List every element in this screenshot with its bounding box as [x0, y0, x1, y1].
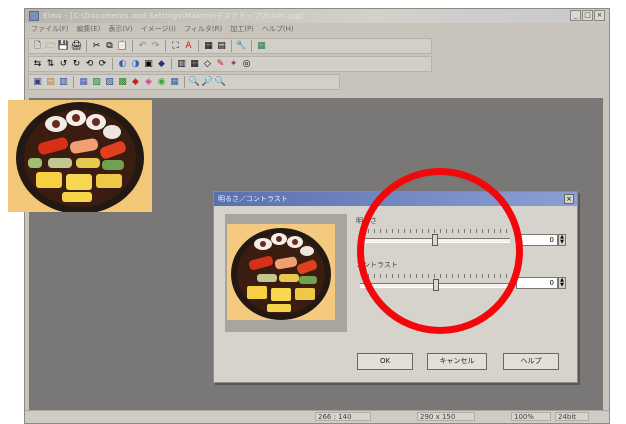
menu-view[interactable]: 表示(V) — [108, 24, 132, 36]
title-bar[interactable]: Elms - [C:\Documents and Settings\Makoto… — [25, 9, 609, 23]
preview-image — [227, 224, 335, 320]
paste-icon[interactable]: 📋 — [117, 41, 128, 52]
effect-5-icon[interactable]: ▧ — [91, 77, 102, 88]
menu-filter[interactable]: フィルタ(R) — [184, 24, 222, 36]
window-title: Elms - [C:\Documents and Settings\Makoto… — [43, 12, 304, 20]
effect-2-icon[interactable]: ▤ — [45, 77, 56, 88]
contrast-value-input[interactable]: 0 — [516, 277, 558, 289]
rotate-ccw-icon[interactable]: ⟲ — [84, 59, 95, 70]
sparkle-icon[interactable]: ✦ — [228, 59, 239, 70]
menu-bar: ファイル(F) 編集(E) 表示(V) イメージ(I) フィルタ(R) 加工(P… — [27, 24, 294, 36]
maximize-button[interactable]: □ — [582, 10, 593, 21]
text-icon[interactable]: A — [183, 41, 194, 52]
rotate-right-icon[interactable]: ↻ — [71, 59, 82, 70]
zoom-in-icon[interactable]: 🔎 — [202, 77, 213, 88]
save-icon[interactable]: 💾 — [58, 41, 69, 52]
toolbar-transform: ⇆ ⇅ ↺ ↻ ⟲ ⟳ ◐ ◑ ▣ ◆ ▥ ▦ ◇ ✎ ✦ ◎ — [28, 56, 432, 72]
menu-help[interactable]: ヘルプ(H) — [262, 24, 294, 36]
status-color-depth: 24bit — [555, 412, 589, 421]
menu-file[interactable]: ファイル(F) — [31, 24, 69, 36]
dialog-title: 明るさ／コントラスト — [218, 195, 288, 203]
flip-vertical-icon[interactable]: ⇅ — [45, 59, 56, 70]
flip-horizontal-icon[interactable]: ⇆ — [32, 59, 43, 70]
dialog-close-button[interactable]: × — [564, 194, 574, 204]
sushi-image[interactable] — [8, 100, 152, 212]
crop-icon[interactable]: ▣ — [143, 59, 154, 70]
ok-button[interactable]: OK — [357, 353, 413, 370]
toolbar-effects: ▣ ▤ ▥ ▦ ▧ ▨ ▩ ◆ ◈ ◉ ▦ 🔍 🔎 🔍 — [28, 74, 340, 90]
undo-icon[interactable]: ↶ — [137, 41, 148, 52]
brightness-spinner[interactable]: ▲ ▼ — [558, 234, 566, 246]
effect-8-icon[interactable]: ◆ — [130, 77, 141, 88]
pencil-icon[interactable]: ✎ — [215, 59, 226, 70]
app-icon[interactable] — [29, 11, 39, 21]
rotate-cw-icon[interactable]: ⟳ — [97, 59, 108, 70]
minimize-button[interactable]: _ — [570, 10, 581, 21]
target-icon[interactable]: ◎ — [241, 59, 252, 70]
toolbar-standard: 🗋 🗁 💾 🖨 ✂ ⧉ 📋 ↶ ↷ ⛶ A ▦ ▤ 🔧 ▦ — [28, 38, 432, 54]
tool-icon[interactable]: 🔧 — [236, 41, 247, 52]
color-fill-icon[interactable]: ◆ — [156, 59, 167, 70]
effect-1-icon[interactable]: ▣ — [32, 77, 43, 88]
contrast-spinner[interactable]: ▲ ▼ — [558, 277, 566, 289]
rotate-left-icon[interactable]: ↺ — [58, 59, 69, 70]
status-image-size: 290 x 150 — [417, 412, 475, 421]
histogram-icon[interactable]: ▥ — [176, 59, 187, 70]
redo-icon[interactable]: ↷ — [150, 41, 161, 52]
contrast-icon[interactable]: ◑ — [130, 59, 141, 70]
window-icon[interactable]: ▦ — [256, 41, 267, 52]
effect-3-icon[interactable]: ▥ — [58, 77, 69, 88]
close-button[interactable]: × — [594, 10, 605, 21]
effect-7-icon[interactable]: ▩ — [117, 77, 128, 88]
brightness-icon[interactable]: ◐ — [117, 59, 128, 70]
copy-icon[interactable]: ⧉ — [104, 41, 115, 52]
menu-image[interactable]: イメージ(I) — [141, 24, 176, 36]
status-zoom: 100% — [511, 412, 551, 421]
help-button[interactable]: ヘルプ — [503, 353, 559, 370]
annotation-circle — [357, 168, 523, 334]
shape-icon[interactable]: ◇ — [202, 59, 213, 70]
zoom-icon[interactable]: 🔍 — [189, 77, 200, 88]
cut-icon[interactable]: ✂ — [91, 41, 102, 52]
new-icon[interactable]: 🗋 — [32, 41, 43, 52]
menu-process[interactable]: 加工(P) — [230, 24, 254, 36]
status-bar: 266 : 140 290 x 150 100% 24bit — [25, 410, 609, 423]
effect-4-icon[interactable]: ▦ — [78, 77, 89, 88]
open-icon[interactable]: 🗁 — [45, 41, 56, 52]
cancel-button[interactable]: キャンセル — [427, 353, 487, 370]
menu-edit[interactable]: 編集(E) — [77, 24, 101, 36]
layout-icon[interactable]: ▤ — [216, 41, 227, 52]
effect-10-icon[interactable]: ◉ — [156, 77, 167, 88]
filter-icon[interactable]: ▦ — [189, 59, 200, 70]
status-coords: 266 : 140 — [315, 412, 371, 421]
effect-11-icon[interactable]: ▦ — [169, 77, 180, 88]
print-icon[interactable]: 🖨 — [71, 41, 82, 52]
zoom-out-icon[interactable]: 🔍 — [215, 77, 226, 88]
effect-6-icon[interactable]: ▨ — [104, 77, 115, 88]
effect-9-icon[interactable]: ◈ — [143, 77, 154, 88]
select-icon[interactable]: ⛶ — [170, 41, 181, 52]
grid-icon[interactable]: ▦ — [203, 41, 214, 52]
